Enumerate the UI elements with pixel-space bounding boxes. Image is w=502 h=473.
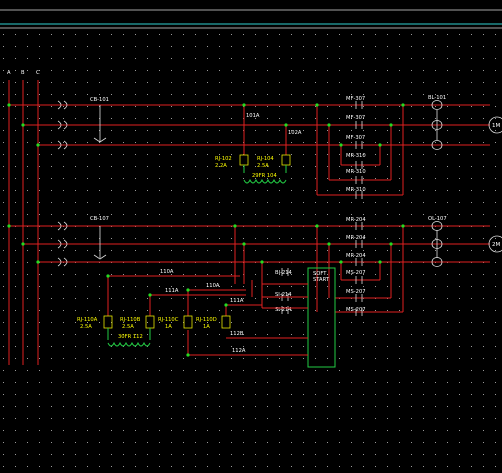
relay-rating-rj-102: 2.2A xyxy=(215,163,227,169)
motor-label-1m: 1M xyxy=(492,123,500,129)
contact-label-l3: MS-207 xyxy=(346,270,366,276)
contact-label-u4: MR-310 xyxy=(346,169,366,175)
relay-rating-rj-110b: 2.5A xyxy=(122,324,134,330)
contact-label-u0: MF-307 xyxy=(346,96,365,102)
relay-rating-rj-110c: 1A xyxy=(165,324,172,330)
phase-label-b: B xyxy=(21,70,25,76)
soft-start-label-2: START xyxy=(313,277,330,283)
overload-label-bl-101: BL-101 xyxy=(428,95,446,101)
motor-label-2m: 2M xyxy=(492,242,500,248)
wire-label-102a: 102A xyxy=(288,130,302,136)
relay-rj-110c[interactable] xyxy=(183,315,193,329)
wire-label-110a: 110A xyxy=(160,269,174,275)
breaker-label-cb-107: CB-107 xyxy=(90,216,109,222)
phase-label-c: C xyxy=(36,70,40,76)
relay-rj-102[interactable] xyxy=(239,154,249,166)
title-frame xyxy=(0,9,502,29)
relay-name-rj-104: RJ-104 xyxy=(257,156,274,162)
contact-label-u1: MF-307 xyxy=(346,115,365,121)
contact-label-l0: MR-204 xyxy=(346,217,366,223)
contact-label-l4: MS-207 xyxy=(346,289,366,295)
relay-name-rj-110c: RJ-110C xyxy=(158,317,179,323)
phase-label-a: A xyxy=(7,70,11,76)
contact-label-u2: MF-307 xyxy=(346,135,365,141)
bypass-label-0: BI-214 xyxy=(275,270,293,276)
wire-label-111a-1: 111A xyxy=(165,288,179,294)
overload-label-ol-107: OL-107 xyxy=(428,216,447,222)
soft-start-unit[interactable]: SOFT START xyxy=(307,267,336,368)
relay-rj-104[interactable] xyxy=(281,154,291,166)
wire-label-112a: 112A xyxy=(232,348,246,354)
phase-buses: A B C xyxy=(7,70,40,365)
relay-name-rj-110d: RJ-110D xyxy=(196,317,217,323)
fr-label-lower: 30FR 112 xyxy=(118,334,143,340)
wire-label-110a-2: 110A xyxy=(206,283,220,289)
contact-label-u5: MR-310 xyxy=(346,187,366,193)
contact-label-l1: MR-204 xyxy=(346,235,366,241)
relay-rating-rj-110a: 2.5A xyxy=(80,324,92,330)
dot-grid xyxy=(3,34,496,467)
contact-label-l2: MR-204 xyxy=(346,253,366,259)
fr-label-upper: 29FR 104 xyxy=(252,173,277,179)
relay-name-rj-110b: RJ-110B xyxy=(120,317,141,323)
breaker-label-cb-101: CB-101 xyxy=(90,97,109,103)
relay-rating-rj-110d: 1A xyxy=(203,324,210,330)
upper-circuit: CB-101 BL-101 1M MF-307 MF-307 MF-307 MR… xyxy=(9,95,502,199)
relay-rj-110d[interactable] xyxy=(221,315,231,329)
relay-rj-110a[interactable] xyxy=(103,315,113,329)
wire-label-112b: 112B xyxy=(230,331,244,337)
wire-label-101a: 101A xyxy=(246,113,260,119)
contact-label-l5: MS-207 xyxy=(346,307,366,313)
relay-name-rj-110a: RJ-110A xyxy=(77,317,98,323)
wire-label-111a-2: 111A xyxy=(230,298,244,304)
relay-rating-rj-104: 2.5A xyxy=(257,163,269,169)
schematic-canvas[interactable]: A B C CB-101 BL-101 1M MF-307 MF-307 MF-… xyxy=(0,0,502,473)
relay-name-rj-102: RJ-102 xyxy=(215,156,232,162)
contact-label-u3: MR-310 xyxy=(346,153,366,159)
